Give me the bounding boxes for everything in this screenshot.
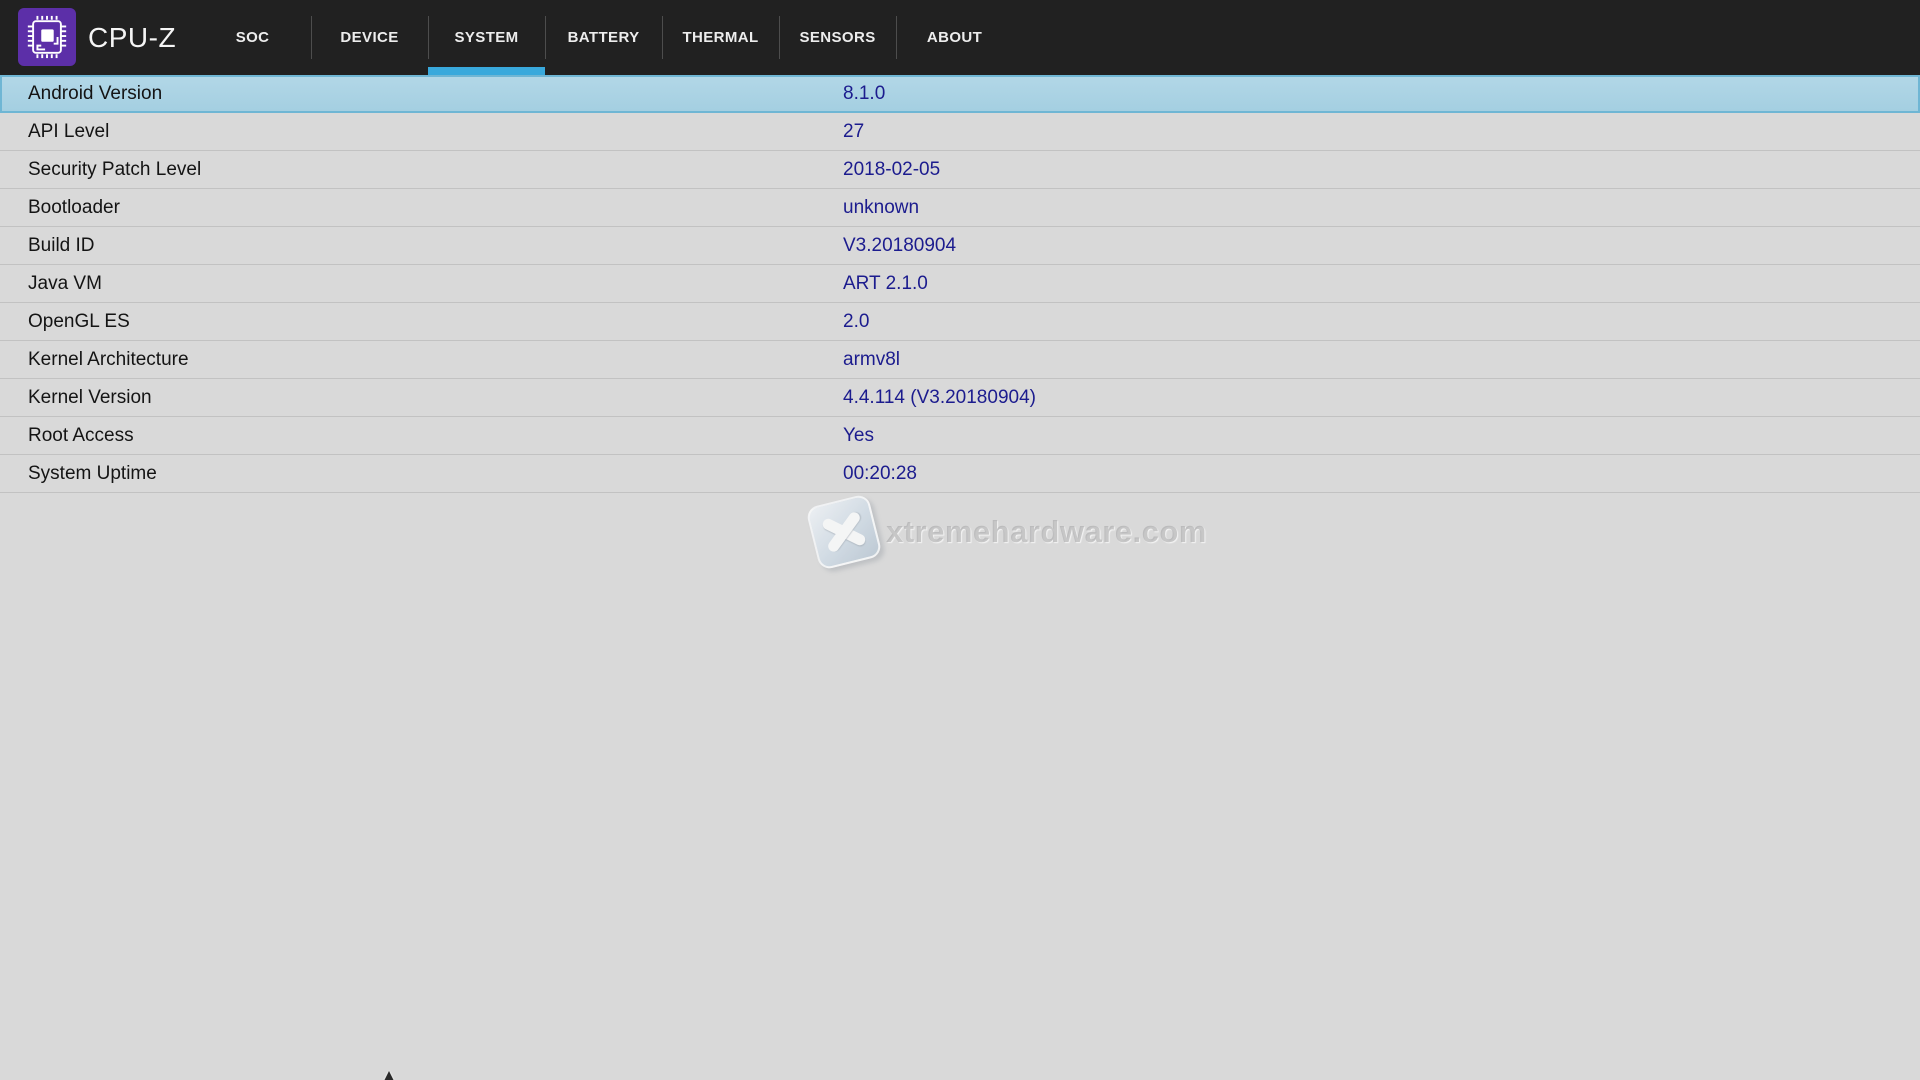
system-info-row[interactable]: Root Access Yes: [0, 417, 1920, 455]
system-info-row[interactable]: Kernel Architecture armv8l: [0, 341, 1920, 379]
app-logo: [18, 8, 76, 66]
system-info-row[interactable]: Bootloader unknown: [0, 189, 1920, 227]
app-title: CPU-Z: [88, 22, 176, 54]
info-row-value: 2.0: [843, 311, 869, 333]
info-row-label: Security Patch Level: [28, 159, 843, 181]
info-row-value: 4.4.114 (V3.20180904): [843, 387, 1036, 409]
nav-tab[interactable]: SENSORS: [779, 0, 896, 75]
info-row-label: Kernel Architecture: [28, 349, 843, 371]
nav-tab-label: ABOUT: [927, 29, 982, 46]
info-row-value: 8.1.0: [843, 83, 885, 105]
info-row-value: 27: [843, 121, 864, 143]
nav-tab[interactable]: SOC: [194, 0, 311, 75]
nav-tab[interactable]: BATTERY: [545, 0, 662, 75]
info-row-value: 00:20:28: [843, 463, 917, 485]
info-row-label: Bootloader: [28, 197, 843, 219]
info-row-label: Kernel Version: [28, 387, 843, 409]
system-info-row[interactable]: Security Patch Level 2018-02-05: [0, 151, 1920, 189]
info-row-label: Build ID: [28, 235, 843, 257]
x-logo-icon: [805, 493, 883, 571]
info-row-value: unknown: [843, 197, 919, 219]
nav-tab-label: THERMAL: [682, 29, 758, 46]
info-row-value: 2018-02-05: [843, 159, 940, 181]
app-header: CPU-Z SOC DEVICE SYSTEM BATTERY THERMAL: [0, 0, 1920, 75]
watermark-text: xtremehardware.com: [886, 514, 1207, 550]
nav-tabs: SOC DEVICE SYSTEM BATTERY THERMAL SENSOR…: [194, 0, 1013, 75]
info-row-value: Yes: [843, 425, 874, 447]
mouse-cursor: [384, 1071, 394, 1080]
info-row-value: ART 2.1.0: [843, 273, 928, 295]
nav-tab[interactable]: DEVICE: [311, 0, 428, 75]
nav-tab-label: BATTERY: [568, 29, 640, 46]
nav-tab-label: DEVICE: [340, 29, 398, 46]
xtremehardware-watermark: xtremehardware.com: [812, 500, 1207, 564]
info-row-value: armv8l: [843, 349, 900, 371]
info-row-label: Root Access: [28, 425, 843, 447]
system-info-list: Android Version 8.1.0 API Level 27 Secur…: [0, 75, 1920, 493]
nav-tab[interactable]: THERMAL: [662, 0, 779, 75]
nav-tab-label: SOC: [236, 29, 270, 46]
system-info-row[interactable]: Android Version 8.1.0: [0, 75, 1920, 113]
nav-tab-label: SYSTEM: [455, 29, 519, 46]
system-info-row[interactable]: Java VM ART 2.1.0: [0, 265, 1920, 303]
system-info-row[interactable]: Kernel Version 4.4.114 (V3.20180904): [0, 379, 1920, 417]
system-info-row[interactable]: API Level 27: [0, 113, 1920, 151]
info-row-value: V3.20180904: [843, 235, 956, 257]
nav-tab[interactable]: SYSTEM: [428, 0, 545, 75]
info-row-label: Java VM: [28, 273, 843, 295]
nav-tab-label: SENSORS: [799, 29, 875, 46]
info-row-label: API Level: [28, 121, 843, 143]
system-info-row[interactable]: System Uptime 00:20:28: [0, 455, 1920, 493]
cpu-chip-icon: [24, 14, 70, 60]
info-row-label: OpenGL ES: [28, 311, 843, 333]
system-info-row[interactable]: Build ID V3.20180904: [0, 227, 1920, 265]
nav-tab[interactable]: ABOUT: [896, 0, 1013, 75]
system-info-row[interactable]: OpenGL ES 2.0: [0, 303, 1920, 341]
info-row-label: System Uptime: [28, 463, 843, 485]
info-row-label: Android Version: [28, 83, 843, 105]
